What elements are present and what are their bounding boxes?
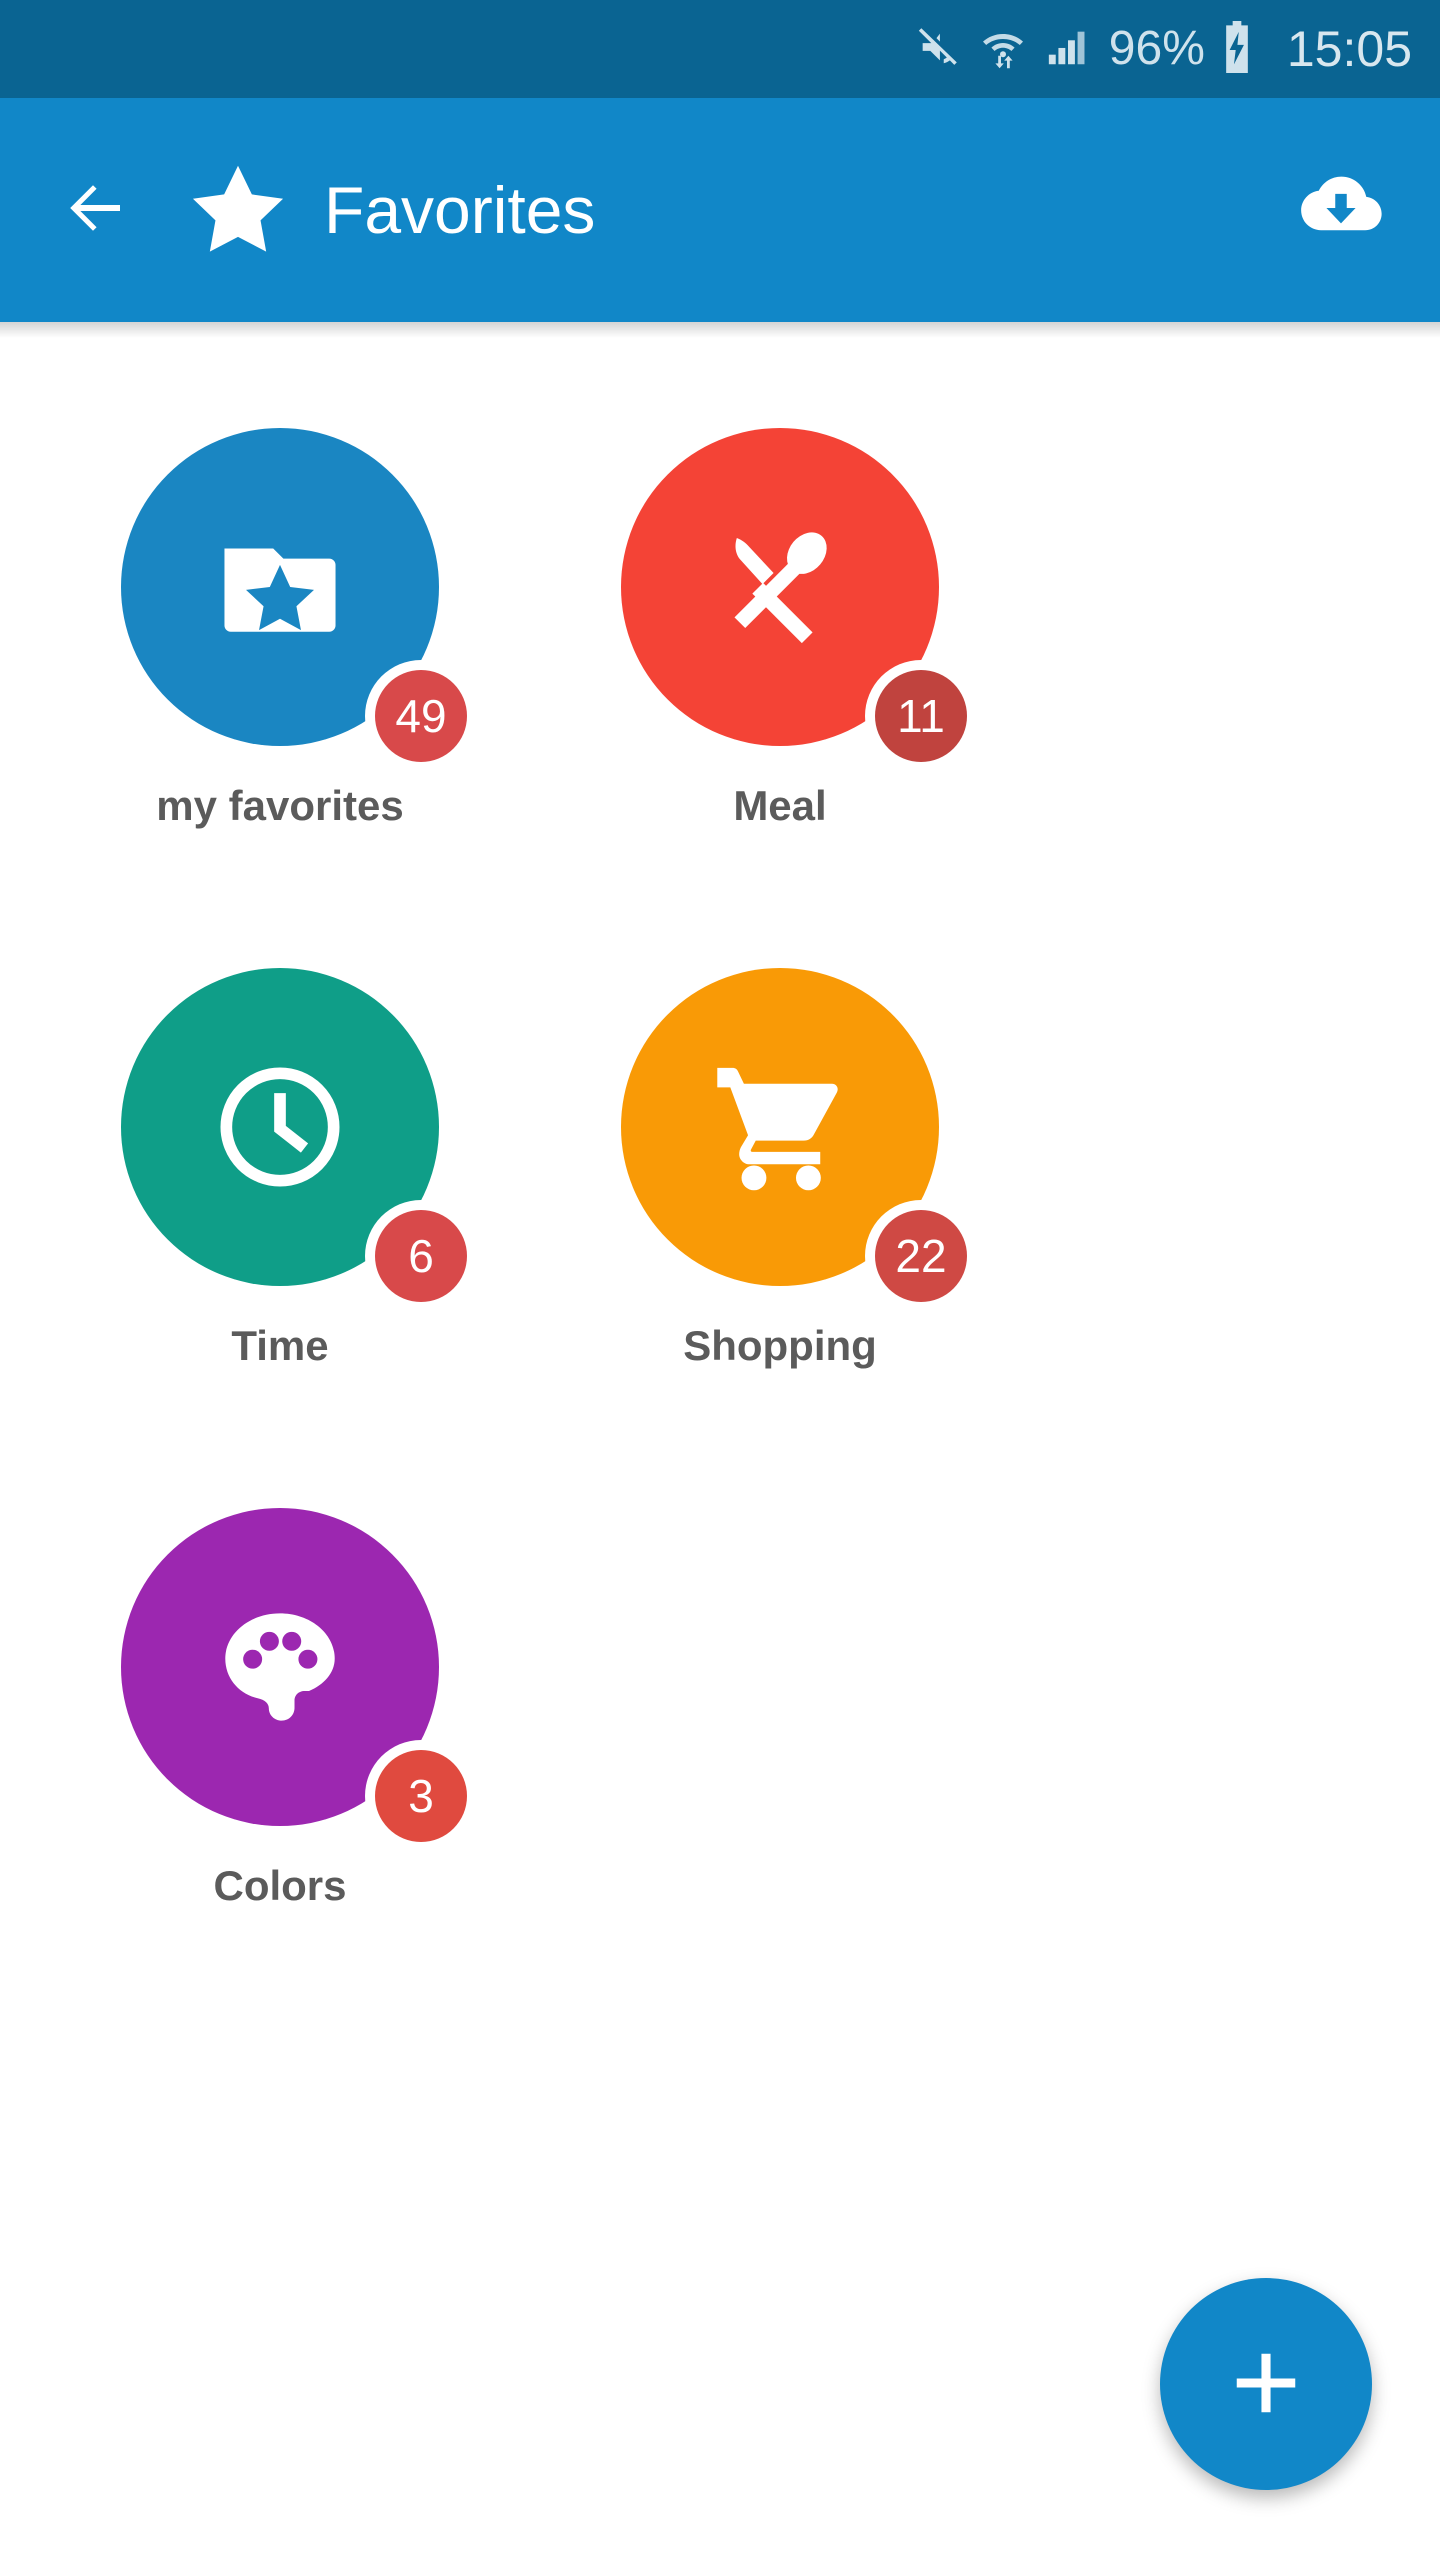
status-badge: 49 — [375, 670, 467, 762]
add-button[interactable] — [1160, 2278, 1372, 2490]
tile-circle-wrap: 11 — [621, 428, 967, 762]
tile-label: Meal — [733, 782, 827, 829]
cloud-download-button[interactable] — [1286, 155, 1396, 265]
plus-icon — [1227, 2344, 1305, 2425]
category-grid: 49 my favorites 11 Meal 6 Time 22 Shoppi… — [0, 338, 1440, 1958]
tile-circle-wrap: 49 — [121, 428, 467, 762]
battery-charging-icon — [1219, 20, 1255, 78]
status-badge: 22 — [875, 1210, 967, 1302]
category-tile-colors[interactable]: 3 Colors — [60, 1418, 500, 1958]
back-arrow-icon — [60, 172, 132, 249]
category-tile-my-favorites[interactable]: 49 my favorites — [60, 338, 500, 878]
status-badge: 3 — [375, 1750, 467, 1842]
badge-count: 49 — [395, 690, 447, 742]
category-tile-meal[interactable]: 11 Meal — [560, 338, 1000, 878]
mute-icon — [915, 24, 961, 75]
content-area: 49 my favorites 11 Meal 6 Time 22 Shoppi… — [0, 338, 1440, 2560]
tile-circle-wrap: 6 — [121, 968, 467, 1302]
badge-count: 22 — [895, 1230, 947, 1282]
tile-circle-wrap: 22 — [621, 968, 967, 1302]
cloud-download-icon — [1295, 162, 1387, 259]
tile-circle-wrap: 3 — [121, 1508, 467, 1842]
signal-bars-icon — [1045, 24, 1091, 75]
tile-label: Time — [231, 1322, 329, 1369]
status-badge: 11 — [875, 670, 967, 762]
tile-label: Colors — [213, 1862, 347, 1909]
tile-label: Shopping — [683, 1322, 877, 1369]
tile-label: my favorites — [156, 782, 404, 829]
status-bar-clock: 15:05 — [1286, 21, 1412, 77]
status-badge: 6 — [375, 1210, 467, 1302]
category-tile-shopping[interactable]: 22 Shopping — [560, 878, 1000, 1418]
star-icon — [186, 158, 290, 262]
status-bar-icons: 96% 15:05 — [915, 20, 1412, 78]
app-bar: Favorites — [0, 98, 1440, 322]
battery-percent-label: 96% — [1108, 22, 1205, 75]
category-tile-time[interactable]: 6 Time — [60, 878, 500, 1418]
badge-count: 6 — [408, 1230, 434, 1282]
badge-count: 3 — [408, 1770, 434, 1822]
status-bar: 96% 15:05 — [0, 0, 1440, 98]
badge-count: 11 — [897, 690, 945, 742]
wifi-transfer-icon — [979, 23, 1027, 76]
page-title: Favorites — [324, 173, 596, 247]
app-bar-shadow — [0, 322, 1440, 338]
back-button[interactable] — [48, 162, 144, 258]
